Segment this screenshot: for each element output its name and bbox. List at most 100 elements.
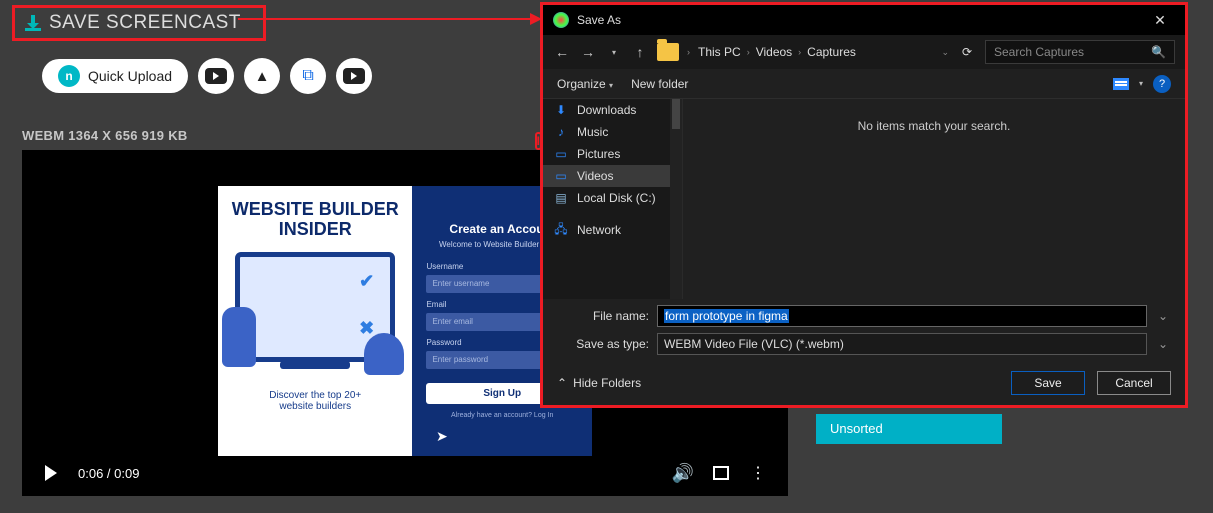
- save-type-select[interactable]: WEBM Video File (VLC) (*.webm): [657, 333, 1147, 355]
- chevron-right-icon: ›: [798, 47, 801, 57]
- unsorted-tag[interactable]: Unsorted: [816, 414, 1002, 444]
- dialog-nav-bar: ← → ▾ ↑ › This PC › Videos › Captures ⌄ …: [543, 35, 1185, 69]
- google-drive-icon: ▲: [255, 68, 270, 85]
- organize-menu[interactable]: Organize ▾: [557, 77, 613, 91]
- x-icon: ✖: [359, 318, 374, 339]
- refresh-icon: ⟳: [962, 45, 972, 59]
- video-left-tag1: Discover the top 20+: [269, 390, 361, 401]
- quick-upload-button[interactable]: n Quick Upload: [42, 59, 188, 93]
- save-screencast-highlight[interactable]: SAVE SCREENCAST: [12, 5, 266, 41]
- file-list-pane: No items match your search.: [683, 99, 1185, 299]
- login-line: Already have an account? Log In: [426, 412, 578, 419]
- play-rect-icon: [343, 68, 365, 84]
- save-type-row: Save as type: WEBM Video File (VLC) (*.w…: [557, 333, 1171, 355]
- check-icon: ✔: [359, 271, 374, 292]
- chevron-up-icon: ⌃: [557, 376, 567, 390]
- quick-upload-label: Quick Upload: [88, 68, 172, 84]
- video-controls: 0:06 / 0:09 🔊 ⋮: [22, 450, 788, 496]
- youtube-button-2[interactable]: [336, 58, 372, 94]
- cancel-button[interactable]: Cancel: [1097, 371, 1171, 395]
- close-button[interactable]: ✕: [1145, 12, 1175, 29]
- volume-icon: 🔊: [672, 463, 694, 484]
- dialog-toolbar: Organize ▾ New folder ▾ ?: [543, 69, 1185, 99]
- help-icon: ?: [1159, 78, 1165, 90]
- video-frame-content: WEBSITE BUILDER INSIDER ✔ ✖ Discover the…: [218, 186, 592, 456]
- dialog-title: Save As: [577, 13, 1137, 27]
- save-type-dropdown-arrow[interactable]: ⌄: [1155, 337, 1171, 351]
- disk-icon: ▤: [553, 191, 569, 205]
- volume-button[interactable]: 🔊: [672, 463, 694, 484]
- save-type-label: Save as type:: [557, 337, 649, 351]
- dropbox-button[interactable]: ⧉: [290, 58, 326, 94]
- play-icon: [45, 465, 57, 481]
- videos-icon: ▭: [553, 169, 569, 183]
- dialog-bottom-bar: ⌃ Hide Folders Save Cancel: [543, 361, 1185, 405]
- cursor-icon: ➤: [436, 428, 448, 445]
- nimbus-logo-icon: n: [58, 65, 80, 87]
- close-icon: ✕: [1154, 12, 1166, 28]
- play-button[interactable]: [40, 465, 62, 481]
- refresh-button[interactable]: ⟳: [957, 45, 977, 59]
- time-display: 0:06 / 0:09: [78, 466, 139, 481]
- video-left-panel: WEBSITE BUILDER INSIDER ✔ ✖ Discover the…: [218, 186, 412, 456]
- dialog-title-bar: Save As ✕: [543, 5, 1185, 35]
- file-name-row: File name: form prototype in figma ⌄: [557, 305, 1171, 327]
- folder-icon: [657, 43, 679, 61]
- upload-row: n Quick Upload ▲ ⧉: [42, 58, 372, 94]
- nav-history-dropdown[interactable]: ▾: [605, 48, 623, 57]
- chevron-down-icon[interactable]: ▾: [1139, 79, 1143, 88]
- pictures-icon: ▭: [553, 147, 569, 161]
- person-illustration-1: [222, 307, 256, 367]
- save-as-dialog: Save As ✕ ← → ▾ ↑ › This PC › Videos › C…: [543, 5, 1185, 405]
- chevron-right-icon: ›: [747, 47, 750, 57]
- tree-item-localdisk[interactable]: ▤ Local Disk (C:): [543, 187, 682, 209]
- file-info-label: WEBM 1364 X 656 919 KB: [22, 128, 188, 143]
- breadcrumb-videos[interactable]: Videos: [756, 45, 792, 59]
- help-button[interactable]: ?: [1153, 75, 1171, 93]
- view-options-button[interactable]: [1113, 78, 1129, 90]
- chevron-down-icon[interactable]: ⌄: [941, 47, 949, 58]
- more-options-button[interactable]: ⋮: [748, 463, 770, 483]
- music-icon: ♪: [553, 125, 569, 139]
- kebab-icon: ⋮: [750, 463, 768, 483]
- breadcrumb: This PC › Videos › Captures ⌄: [698, 45, 949, 59]
- search-icon: 🔍: [1151, 45, 1166, 59]
- youtube-icon: [205, 68, 227, 84]
- fullscreen-button[interactable]: [710, 466, 732, 480]
- person-illustration-2: [364, 333, 404, 375]
- download-icon: [25, 15, 41, 31]
- tree-scrollbar[interactable]: [670, 99, 682, 299]
- annotation-arrow: [238, 18, 540, 20]
- dialog-form: File name: form prototype in figma ⌄ Sav…: [543, 299, 1185, 361]
- tree-item-videos[interactable]: ▭ Videos: [543, 165, 682, 187]
- empty-message: No items match your search.: [858, 119, 1011, 133]
- tree-item-pictures[interactable]: ▭ Pictures: [543, 143, 682, 165]
- nav-forward-button[interactable]: →: [579, 44, 597, 60]
- nav-back-button[interactable]: ←: [553, 44, 571, 60]
- breadcrumb-this-pc[interactable]: This PC: [698, 45, 741, 59]
- chevron-down-icon: ▾: [609, 81, 613, 90]
- video-left-title: WEBSITE BUILDER INSIDER: [226, 200, 404, 240]
- save-type-value: WEBM Video File (VLC) (*.webm): [664, 337, 844, 351]
- chevron-right-icon: ›: [687, 47, 690, 57]
- dialog-body: ⬇ Downloads ♪ Music ▭ Pictures ▭ Videos …: [543, 99, 1185, 299]
- tree-item-network[interactable]: 🖧 Network: [543, 219, 682, 241]
- new-folder-button[interactable]: New folder: [631, 77, 688, 91]
- save-button[interactable]: Save: [1011, 371, 1085, 395]
- save-as-dialog-highlight: Save As ✕ ← → ▾ ↑ › This PC › Videos › C…: [540, 2, 1188, 408]
- dropbox-icon: ⧉: [302, 67, 313, 85]
- youtube-upload-button[interactable]: [198, 58, 234, 94]
- tree-item-downloads[interactable]: ⬇ Downloads: [543, 99, 682, 121]
- downloads-icon: ⬇: [553, 103, 569, 117]
- search-input[interactable]: Search Captures 🔍: [985, 40, 1175, 64]
- tree-item-music[interactable]: ♪ Music: [543, 121, 682, 143]
- file-name-history-dropdown[interactable]: ⌄: [1155, 309, 1171, 323]
- nav-up-button[interactable]: ↑: [631, 44, 649, 60]
- hide-folders-button[interactable]: ⌃ Hide Folders: [557, 376, 641, 390]
- google-drive-button[interactable]: ▲: [244, 58, 280, 94]
- file-name-value: form prototype in figma: [664, 309, 789, 323]
- file-name-input[interactable]: form prototype in figma: [657, 305, 1147, 327]
- breadcrumb-captures[interactable]: Captures: [807, 45, 856, 59]
- file-name-label: File name:: [557, 309, 649, 323]
- hero-graphic: ✔ ✖: [235, 252, 395, 362]
